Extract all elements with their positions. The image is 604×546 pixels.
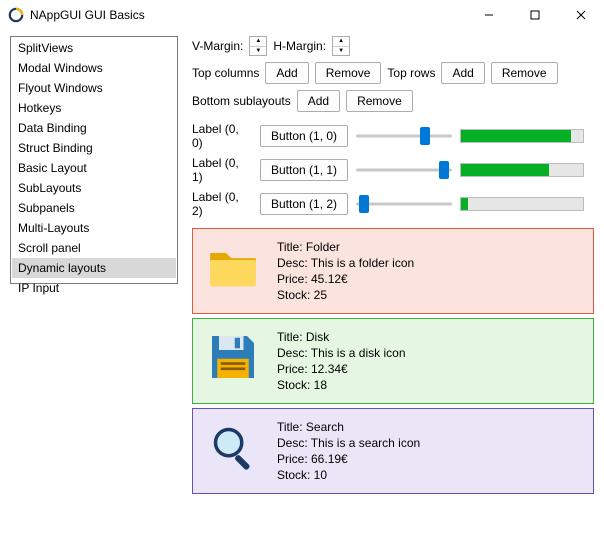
close-button[interactable] <box>558 0 604 30</box>
card-price: Price: 45.12€ <box>277 271 414 287</box>
card-desc: Desc: This is a folder icon <box>277 255 414 271</box>
grid-row: Label (0, 0) Button (1, 0) <box>192 122 594 150</box>
sidebar-item[interactable]: IP Input <box>12 278 176 298</box>
grid-label: Label (0, 2) <box>192 190 252 218</box>
top-rows-add-button[interactable]: Add <box>441 62 484 84</box>
top-rows-remove-button[interactable]: Remove <box>491 62 558 84</box>
grid-button[interactable]: Button (1, 1) <box>260 159 348 181</box>
folder-icon <box>205 239 261 295</box>
card-price: Price: 12.34€ <box>277 361 406 377</box>
hmargin-spinner[interactable]: ▲ ▼ <box>332 36 350 56</box>
sidebar-item[interactable]: Hotkeys <box>12 98 176 118</box>
dynamic-grid: Label (0, 0) Button (1, 0) Label (0, 1) But… <box>192 122 594 218</box>
info-card: Title: SearchDesc: This is a search icon… <box>192 408 594 494</box>
card-desc: Desc: This is a disk icon <box>277 345 406 361</box>
sidebar-list[interactable]: SplitViewsModal WindowsFlyout WindowsHot… <box>10 36 178 284</box>
grid-button[interactable]: Button (1, 0) <box>260 125 348 147</box>
grid-button[interactable]: Button (1, 2) <box>260 193 348 215</box>
info-card: Title: FolderDesc: This is a folder icon… <box>192 228 594 314</box>
main-panel: V-Margin: ▲ ▼ H-Margin: ▲ ▼ Top columns … <box>192 36 594 494</box>
sidebar-item[interactable]: SplitViews <box>12 38 176 58</box>
vmargin-spinner[interactable]: ▲ ▼ <box>249 36 267 56</box>
arrow-down-icon[interactable]: ▼ <box>250 47 266 56</box>
card-stock: Stock: 25 <box>277 287 414 303</box>
disk-icon <box>205 329 261 385</box>
sidebar-item[interactable]: Scroll panel <box>12 238 176 258</box>
sidebar-item[interactable]: Dynamic layouts <box>12 258 176 278</box>
sidebar-item[interactable]: Basic Layout <box>12 158 176 178</box>
top-columns-add-button[interactable]: Add <box>265 62 308 84</box>
grid-row: Label (0, 2) Button (1, 2) <box>192 190 594 218</box>
top-columns-remove-button[interactable]: Remove <box>315 62 382 84</box>
card-stock: Stock: 18 <box>277 377 406 393</box>
sidebar-item[interactable]: Data Binding <box>12 118 176 138</box>
card-price: Price: 66.19€ <box>277 451 420 467</box>
grid-label: Label (0, 1) <box>192 156 252 184</box>
grid-progress <box>460 129 584 143</box>
arrow-up-icon[interactable]: ▲ <box>333 37 349 47</box>
sidebar-item[interactable]: Flyout Windows <box>12 78 176 98</box>
grid-row: Label (0, 1) Button (1, 1) <box>192 156 594 184</box>
card-info: Title: SearchDesc: This is a search icon… <box>277 419 420 483</box>
arrow-down-icon[interactable]: ▼ <box>333 47 349 56</box>
window-title: NAppGUI GUI Basics <box>30 8 466 22</box>
grid-progress <box>460 197 584 211</box>
bottom-remove-button[interactable]: Remove <box>346 90 413 112</box>
bottom-sublayouts-label: Bottom sublayouts <box>192 94 291 108</box>
app-icon <box>8 7 24 23</box>
grid-slider[interactable] <box>356 194 452 214</box>
sidebar-item[interactable]: Struct Binding <box>12 138 176 158</box>
sidebar-item[interactable]: Subpanels <box>12 198 176 218</box>
sidebar-item[interactable]: Modal Windows <box>12 58 176 78</box>
sidebar-item[interactable]: SubLayouts <box>12 178 176 198</box>
hmargin-label: H-Margin: <box>273 39 326 53</box>
card-title: Title: Search <box>277 419 420 435</box>
cards-container: Title: FolderDesc: This is a folder icon… <box>192 224 594 494</box>
vmargin-label: V-Margin: <box>192 39 243 53</box>
info-card: Title: DiskDesc: This is a disk iconPric… <box>192 318 594 404</box>
top-rows-label: Top rows <box>387 66 435 80</box>
card-stock: Stock: 10 <box>277 467 420 483</box>
grid-slider[interactable] <box>356 160 452 180</box>
client-area: SplitViewsModal WindowsFlyout WindowsHot… <box>0 30 604 504</box>
top-controls-row: Top columns Add Remove Top rows Add Remo… <box>192 62 594 84</box>
bottom-controls-row: Bottom sublayouts Add Remove <box>192 90 594 112</box>
card-title: Title: Folder <box>277 239 414 255</box>
grid-slider[interactable] <box>356 126 452 146</box>
titlebar: NAppGUI GUI Basics <box>0 0 604 30</box>
grid-label: Label (0, 0) <box>192 122 252 150</box>
card-info: Title: DiskDesc: This is a disk iconPric… <box>277 329 406 393</box>
sidebar-item[interactable]: Multi-Layouts <box>12 218 176 238</box>
card-desc: Desc: This is a search icon <box>277 435 420 451</box>
maximize-button[interactable] <box>512 0 558 30</box>
margins-row: V-Margin: ▲ ▼ H-Margin: ▲ ▼ <box>192 36 594 56</box>
search-icon <box>205 419 261 475</box>
card-info: Title: FolderDesc: This is a folder icon… <box>277 239 414 303</box>
bottom-add-button[interactable]: Add <box>297 90 340 112</box>
top-columns-label: Top columns <box>192 66 259 80</box>
grid-progress <box>460 163 584 177</box>
minimize-button[interactable] <box>466 0 512 30</box>
card-title: Title: Disk <box>277 329 406 345</box>
arrow-up-icon[interactable]: ▲ <box>250 37 266 47</box>
